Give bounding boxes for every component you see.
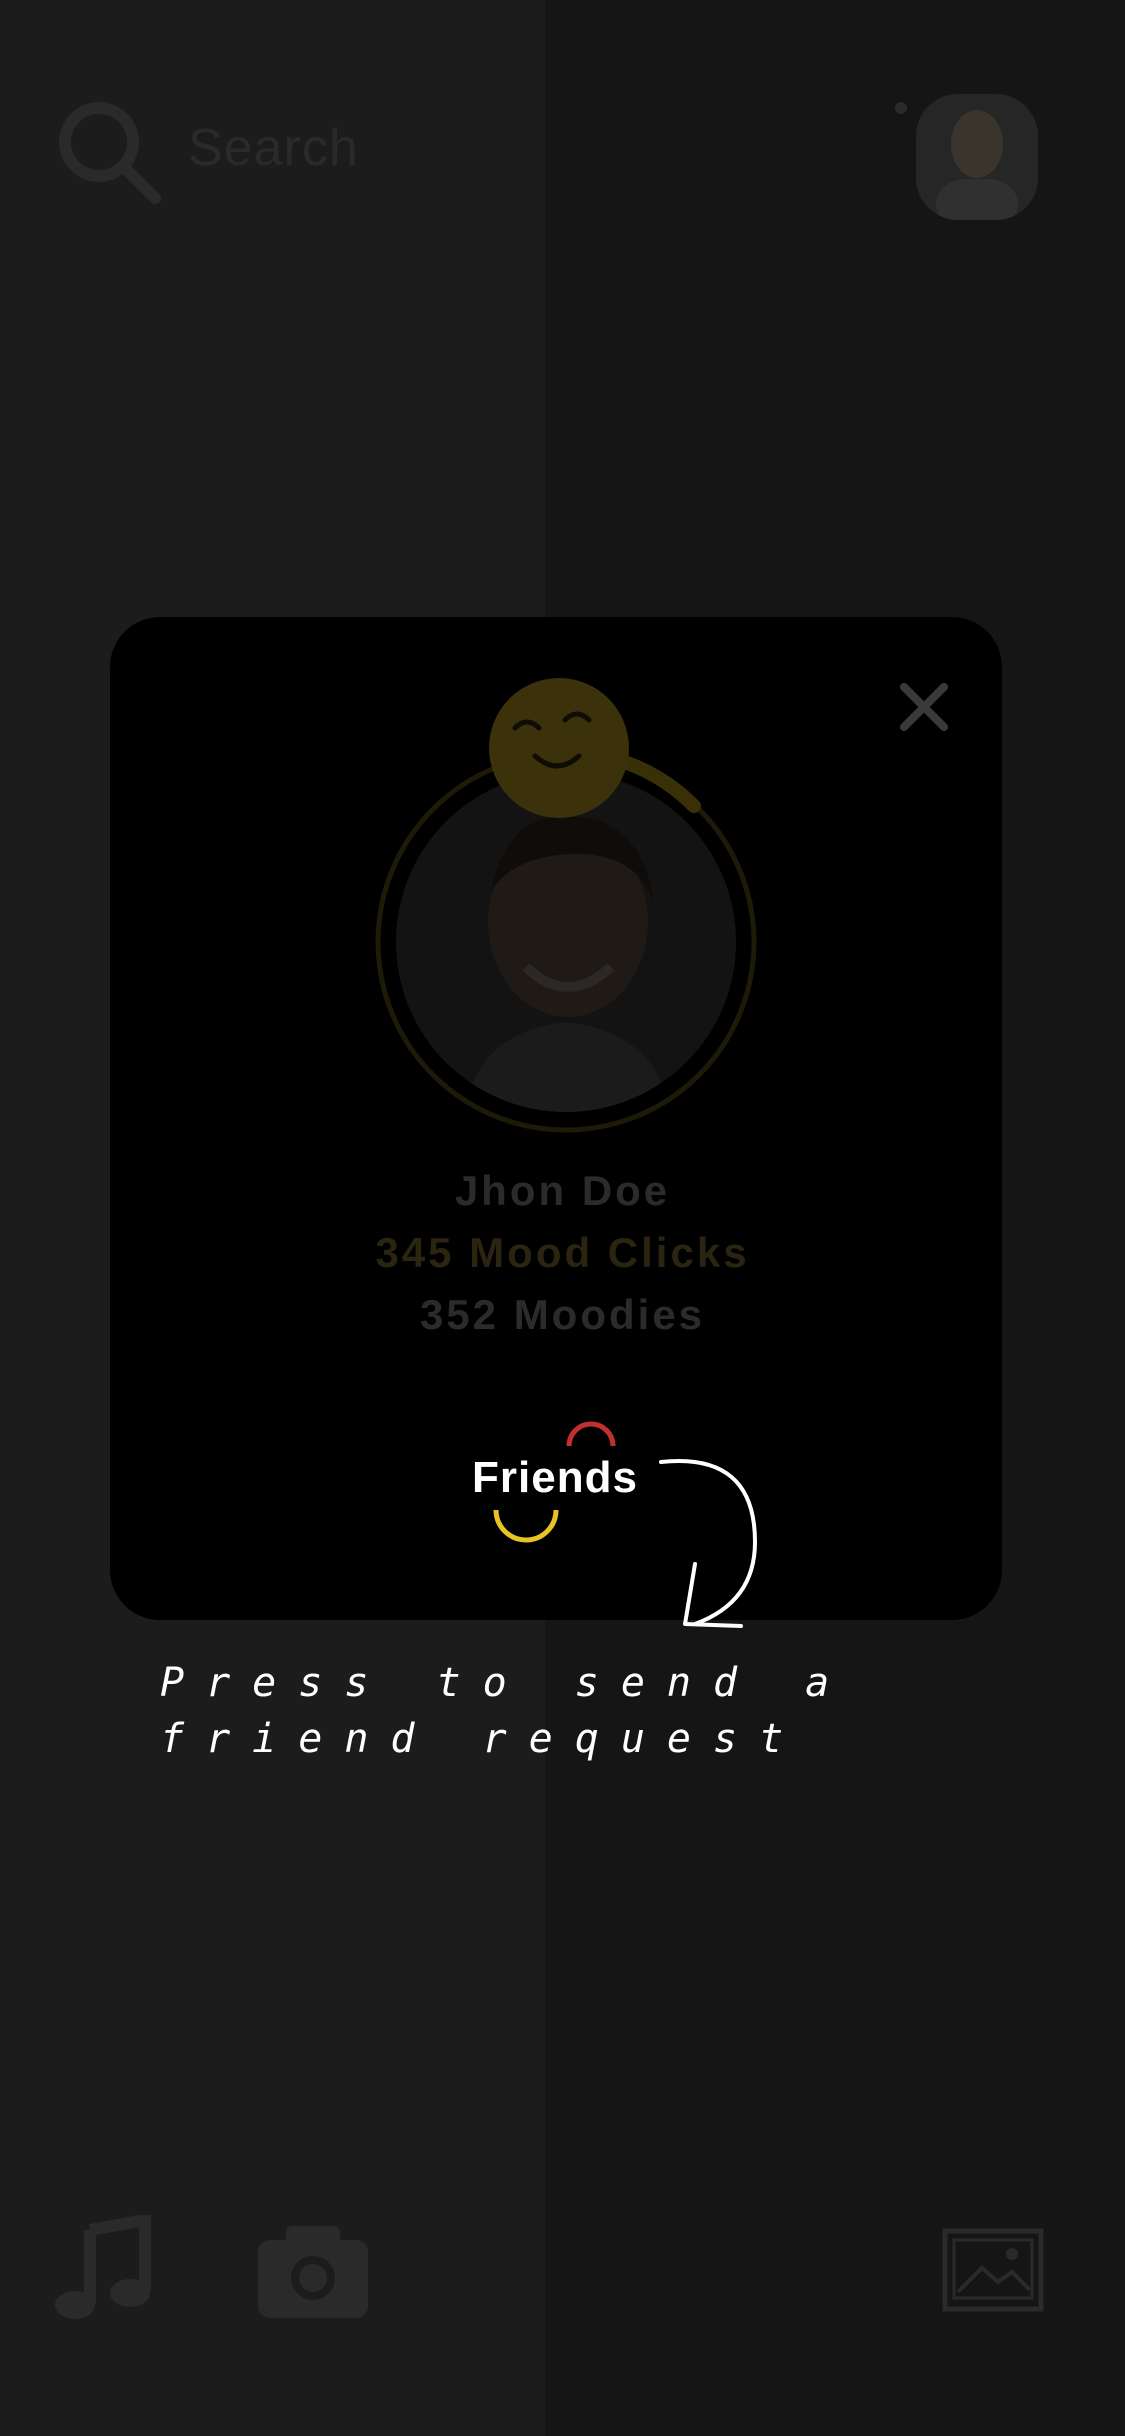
notification-dot bbox=[895, 102, 907, 114]
close-icon[interactable] bbox=[898, 681, 950, 733]
gallery-icon[interactable] bbox=[942, 2228, 1044, 2312]
curved-arrow-icon bbox=[659, 1459, 758, 1628]
music-icon[interactable] bbox=[50, 2215, 155, 2320]
profile-photo bbox=[396, 772, 736, 1112]
camera-icon[interactable] bbox=[258, 2222, 368, 2318]
mood-smiley-icon bbox=[489, 678, 629, 818]
user-avatar[interactable] bbox=[916, 94, 1038, 220]
profile-name: Jhon Doe bbox=[454, 1167, 671, 1214]
moodies-count: 352 Moodies bbox=[419, 1291, 706, 1338]
search-input[interactable]: Search bbox=[188, 118, 359, 178]
friends-arc-bottom-icon bbox=[493, 1509, 559, 1543]
friends-arc-top-icon bbox=[566, 1421, 616, 1447]
friend-request-hint: Press to send a friend request bbox=[160, 1660, 852, 1762]
friends-button-label[interactable]: Friends bbox=[460, 1453, 650, 1503]
search-icon[interactable] bbox=[55, 98, 165, 208]
mood-clicks-count: 345 Mood Clicks bbox=[375, 1229, 750, 1276]
